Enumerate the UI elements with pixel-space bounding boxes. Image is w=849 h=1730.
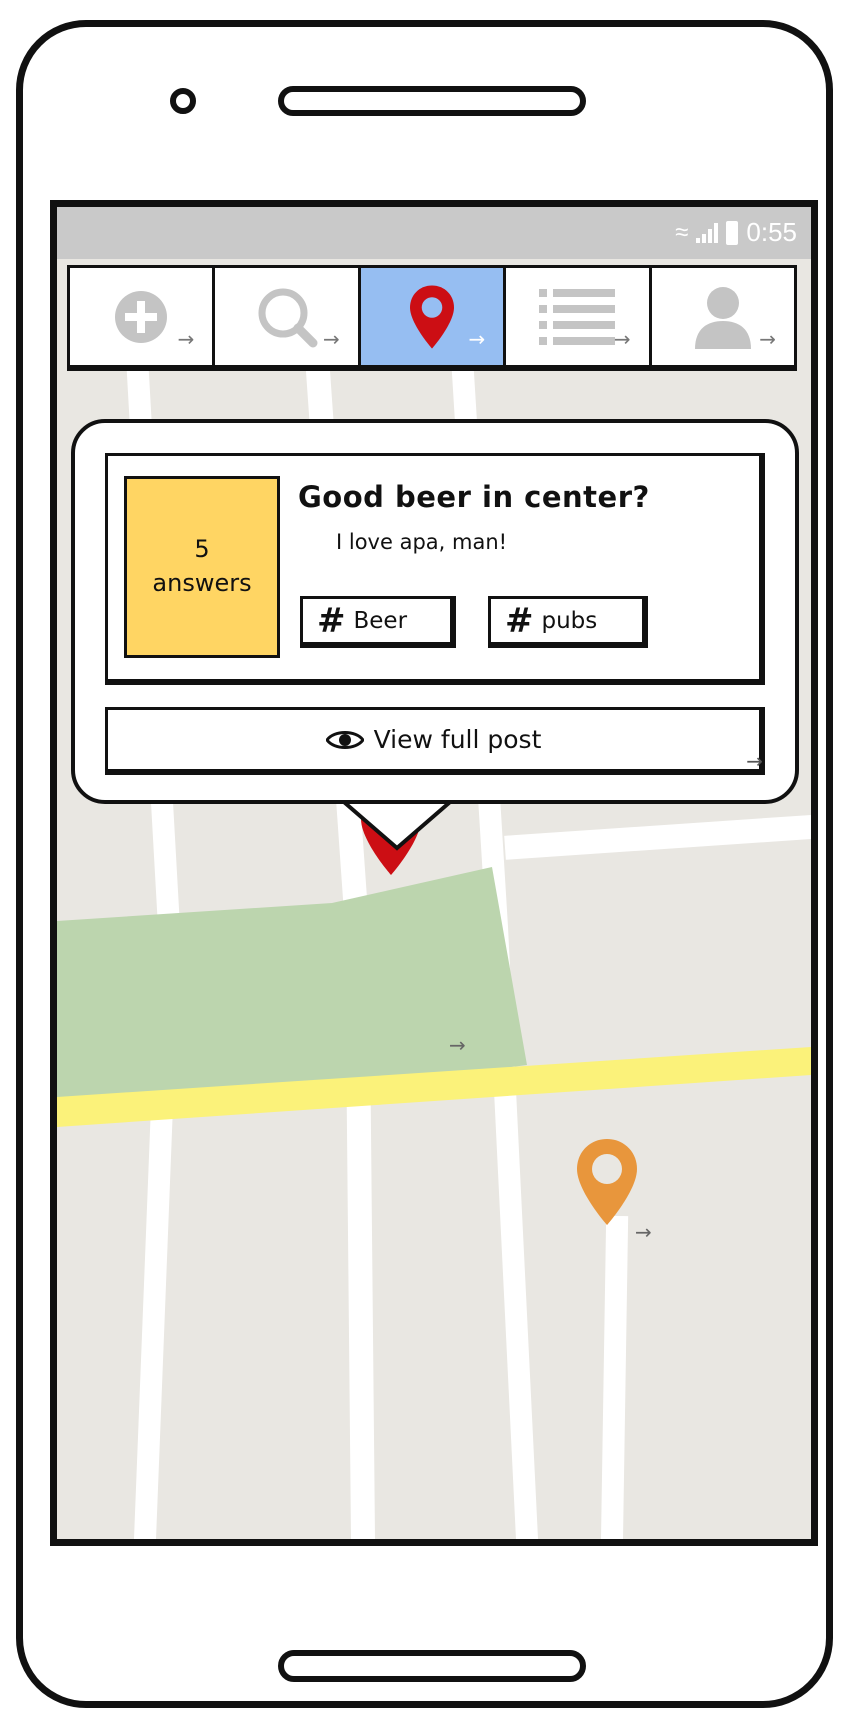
post-popup: 5 answers Good beer in center? I love ap… bbox=[71, 419, 799, 804]
hashtag-icon: # bbox=[505, 600, 534, 641]
list-icon bbox=[539, 288, 616, 345]
tag-beer[interactable]: # Beer bbox=[300, 596, 456, 648]
camera-icon bbox=[170, 88, 196, 114]
eye-icon bbox=[325, 730, 364, 749]
link-arrow-icon: → bbox=[323, 327, 340, 351]
post-title: Good beer in center? bbox=[298, 480, 650, 514]
street bbox=[600, 1215, 629, 1539]
tab-search[interactable]: → bbox=[215, 268, 361, 365]
signal-icon bbox=[696, 222, 719, 243]
tab-list[interactable]: → bbox=[506, 268, 652, 365]
tab-add-post[interactable]: → bbox=[70, 268, 216, 365]
link-arrow-icon: → bbox=[468, 327, 486, 351]
tab-bar: → → → → → bbox=[67, 265, 797, 371]
status-bar: ≈ 0:55 bbox=[57, 207, 811, 259]
user-icon bbox=[694, 286, 751, 349]
phone-screen: → → ≈ 0:55 → → → → → 5 answers Good beer… bbox=[50, 200, 818, 1546]
answers-label: answers bbox=[152, 569, 252, 597]
post-body: I love apa, man! bbox=[336, 530, 508, 554]
link-arrow-icon: → bbox=[746, 749, 763, 773]
speaker-grille bbox=[278, 86, 586, 116]
map-view[interactable]: → → bbox=[57, 207, 811, 1539]
link-arrow-icon: → bbox=[177, 327, 195, 351]
link-arrow-icon: → bbox=[759, 327, 777, 351]
view-full-post-label: View full post bbox=[373, 725, 542, 754]
wifi-icon: ≈ bbox=[675, 218, 689, 246]
link-arrow-icon: → bbox=[613, 327, 631, 351]
hashtag-icon: # bbox=[317, 600, 346, 641]
tab-map[interactable]: → bbox=[360, 268, 507, 365]
view-full-post-button[interactable]: View full post → bbox=[105, 707, 765, 775]
tag-label: Beer bbox=[353, 607, 408, 634]
link-arrow-icon: → bbox=[449, 1033, 466, 1057]
map-pin-icon bbox=[410, 284, 455, 349]
post-card[interactable]: 5 answers Good beer in center? I love ap… bbox=[105, 453, 765, 685]
home-button[interactable] bbox=[278, 1650, 586, 1682]
tag-pubs[interactable]: # pubs bbox=[488, 596, 648, 648]
add-circle-icon bbox=[115, 290, 168, 343]
answers-count: 5 bbox=[194, 535, 210, 564]
battery-icon bbox=[726, 220, 739, 245]
tag-label: pubs bbox=[541, 607, 598, 634]
link-arrow-icon: → bbox=[635, 1220, 652, 1244]
status-time: 0:55 bbox=[746, 217, 797, 247]
tab-profile[interactable]: → bbox=[651, 268, 795, 365]
search-icon bbox=[258, 288, 318, 347]
answers-badge: 5 answers bbox=[124, 476, 280, 658]
